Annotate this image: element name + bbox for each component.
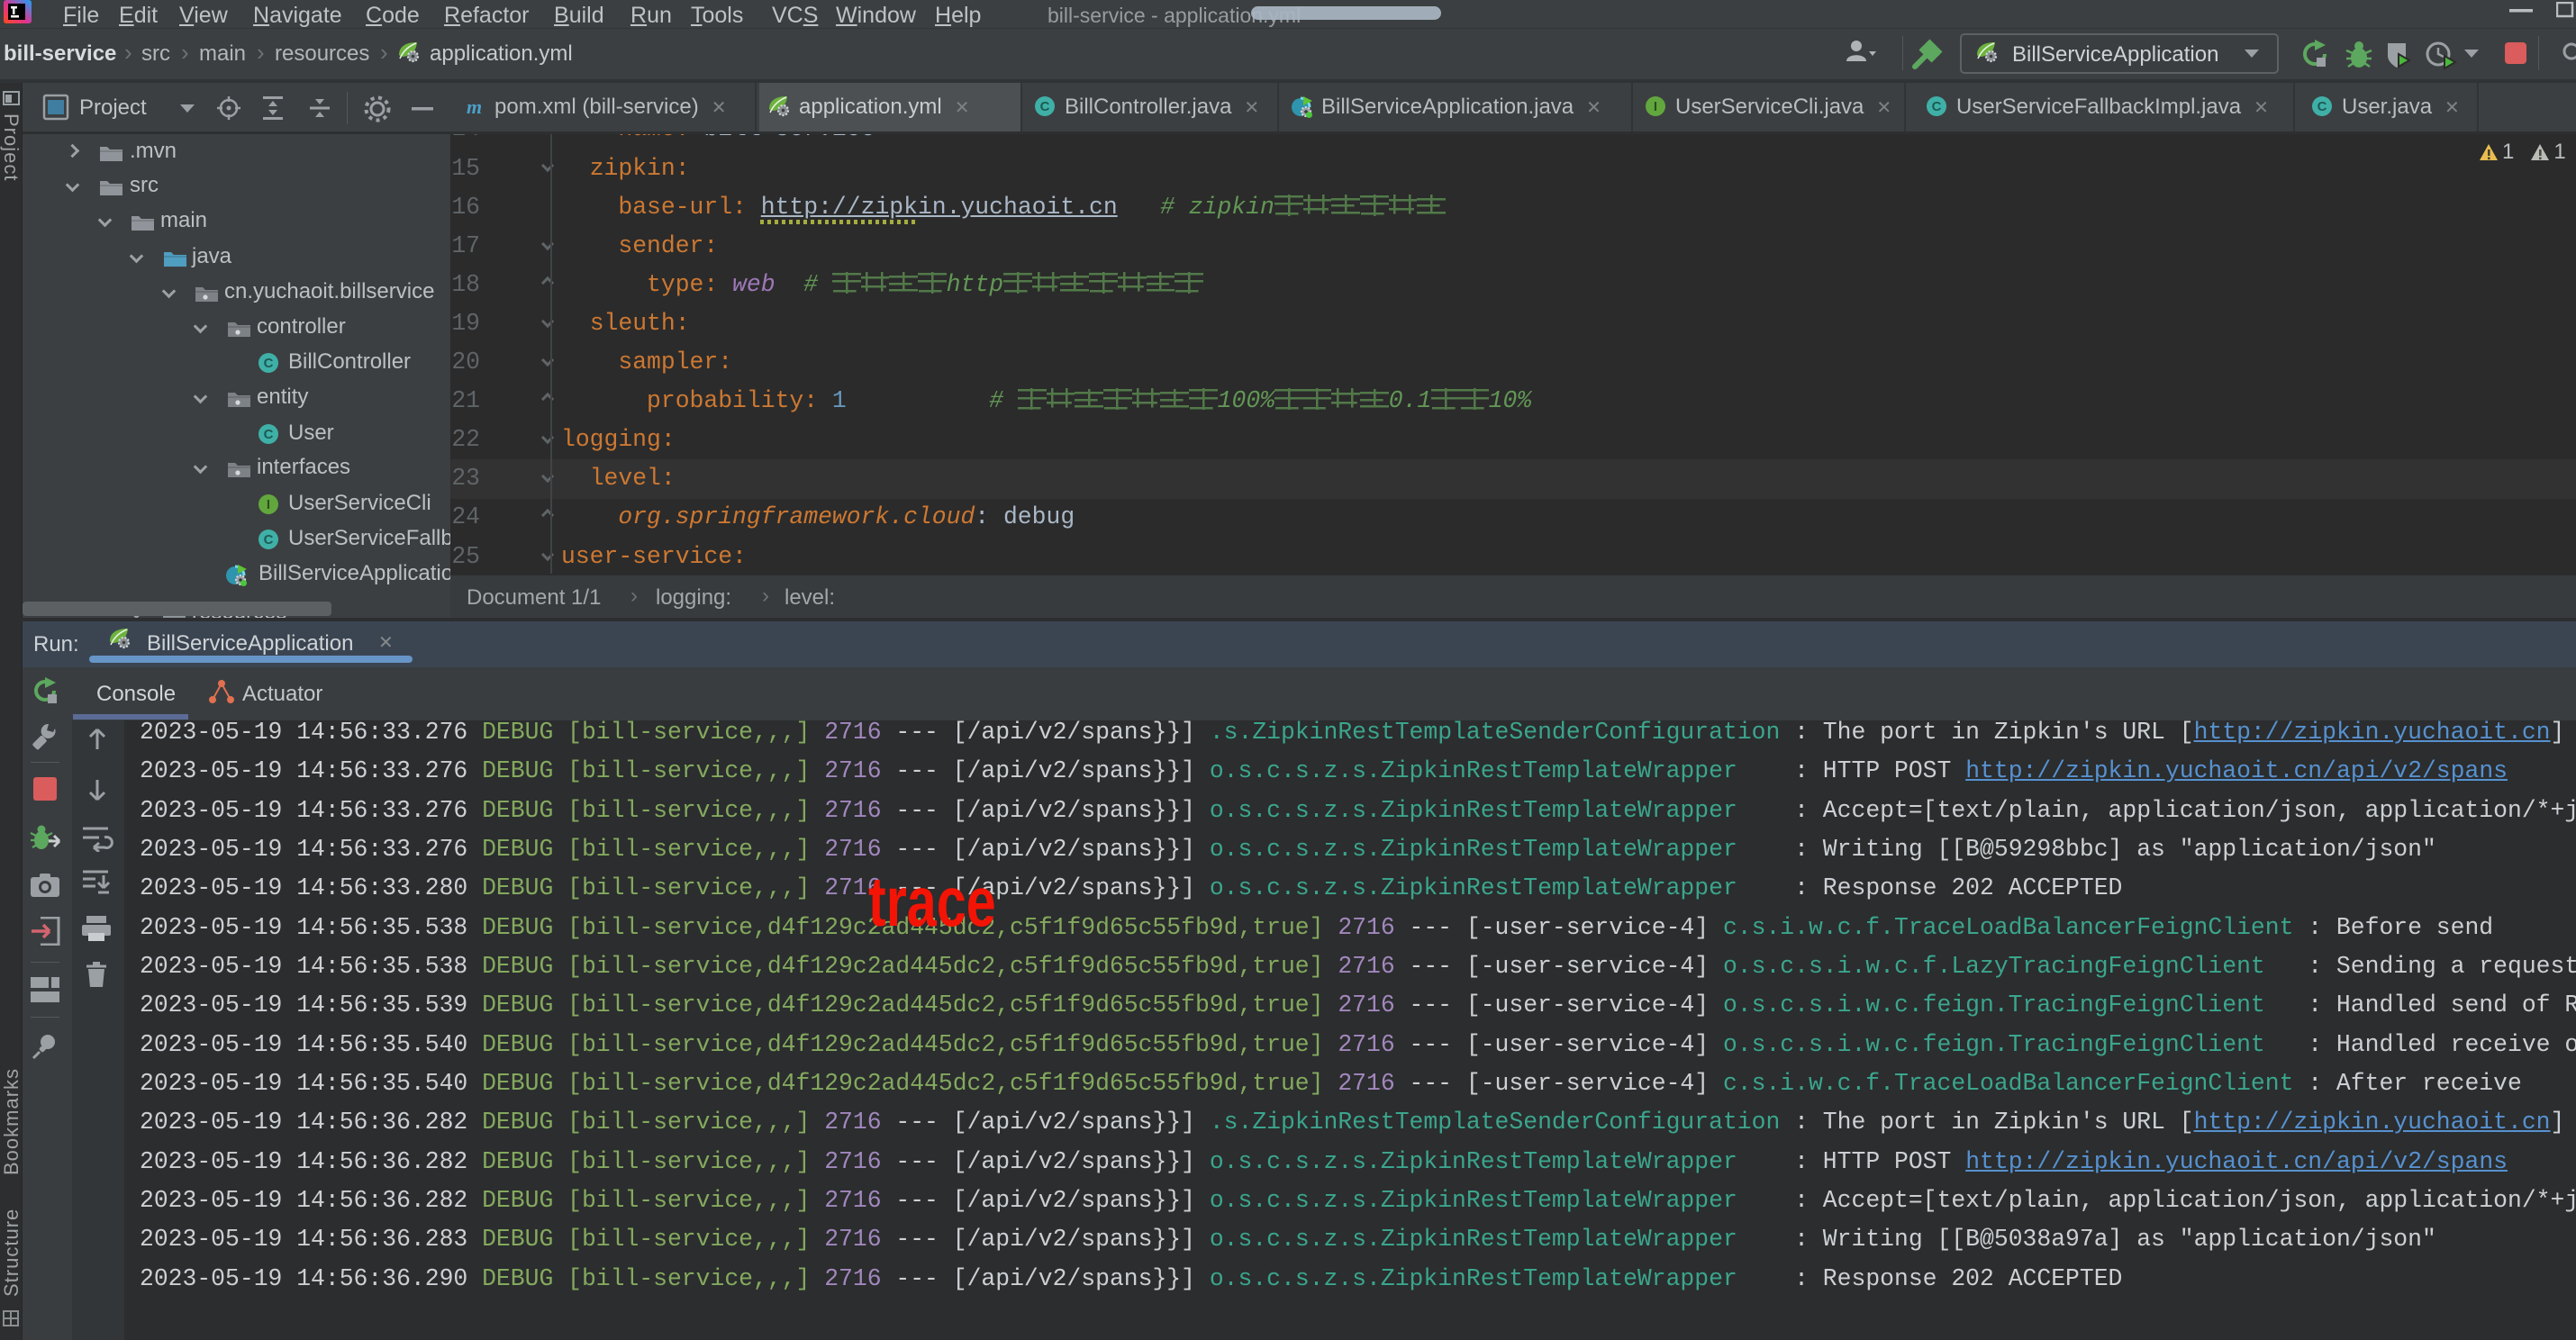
svg-text:m: m xyxy=(467,95,482,118)
svg-text:I: I xyxy=(1654,99,1657,114)
svg-text:C: C xyxy=(2317,99,2327,114)
svg-text:C: C xyxy=(264,532,274,548)
svg-text:C: C xyxy=(264,427,274,442)
svg-text:C: C xyxy=(1040,99,1050,114)
svg-text:C: C xyxy=(1932,99,1942,114)
svg-text:C: C xyxy=(264,356,274,371)
svg-text:I: I xyxy=(267,497,270,512)
